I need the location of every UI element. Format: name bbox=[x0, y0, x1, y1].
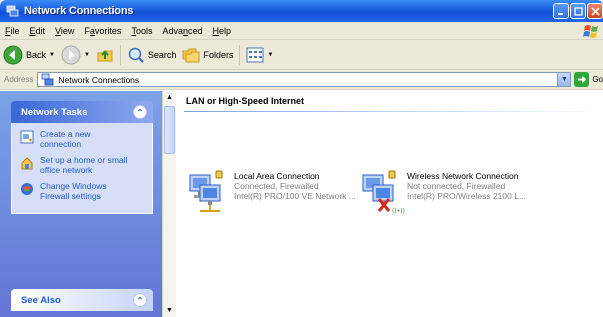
maximize-button[interactable] bbox=[570, 3, 586, 19]
address-value: Network Connections bbox=[58, 74, 140, 85]
firewall-icon bbox=[21, 183, 33, 195]
menu-favorites[interactable]: Favorites bbox=[79, 26, 126, 36]
go-arrow-icon: ➜ bbox=[574, 72, 590, 87]
network-tasks-title: Network Tasks bbox=[21, 106, 88, 118]
lan-connection-icon bbox=[189, 170, 223, 212]
back-button[interactable]: Back ▼ bbox=[0, 42, 58, 68]
go-label: Go bbox=[592, 75, 603, 84]
maximize-icon bbox=[573, 6, 583, 16]
standard-toolbar: Back ▼ ▼ Search Folders ▼ bbox=[0, 40, 603, 70]
menu-edit[interactable]: Edit bbox=[25, 26, 51, 36]
back-dropdown-icon[interactable]: ▼ bbox=[49, 52, 55, 58]
window-controls bbox=[553, 3, 603, 19]
see-also-panel: See Also ⌃ bbox=[11, 289, 153, 311]
scroll-up-button[interactable]: ▲ bbox=[163, 91, 176, 104]
back-arrow-icon bbox=[3, 45, 23, 64]
wireless-connection-icon: ((•)) bbox=[362, 170, 405, 215]
minimize-icon bbox=[558, 13, 563, 15]
task-label: Change Windows Firewall settings bbox=[40, 181, 107, 201]
address-bar: Address Network Connections ▼ ➜ Go bbox=[0, 70, 603, 90]
views-button[interactable]: ▼ bbox=[243, 42, 276, 68]
connection-device: Intel(R) PRO/100 VE Network ... bbox=[234, 191, 356, 201]
connection-device: Intel(R) PRO/Wireless 2100 L... bbox=[407, 191, 527, 201]
menu-bar: File Edit View Favorites Tools Advanced Help bbox=[0, 22, 603, 40]
close-icon bbox=[590, 6, 600, 16]
collapse-chevron-icon[interactable]: ⌃ bbox=[133, 105, 147, 119]
network-tasks-panel: Network Tasks ⌃ Create a new connection bbox=[11, 101, 153, 214]
connection-name: Local Area Connection bbox=[234, 171, 320, 181]
task-create-connection[interactable]: Create a new connection bbox=[20, 129, 146, 149]
folders-button[interactable]: Folders bbox=[179, 42, 236, 68]
collapse-chevron-icon[interactable]: ⌃ bbox=[133, 293, 147, 307]
forward-arrow-icon bbox=[61, 45, 81, 64]
network-connections-app-icon bbox=[6, 5, 19, 17]
toolbar-separator bbox=[239, 44, 241, 65]
up-folder-icon bbox=[97, 50, 113, 61]
forward-dropdown-icon[interactable]: ▼ bbox=[84, 52, 90, 58]
search-icon bbox=[128, 47, 144, 63]
task-label: Create a new connection bbox=[40, 129, 91, 149]
up-folder-button[interactable] bbox=[93, 42, 117, 68]
toolbar-separator bbox=[119, 44, 121, 65]
title-bar: Network Connections bbox=[0, 0, 603, 22]
menu-advanced[interactable]: Advanced bbox=[157, 26, 207, 36]
network-tasks-header[interactable]: Network Tasks ⌃ bbox=[11, 101, 153, 123]
minimize-button[interactable] bbox=[553, 3, 569, 19]
views-dropdown-icon[interactable]: ▼ bbox=[267, 52, 273, 58]
menu-file[interactable]: File bbox=[0, 26, 25, 36]
group-header: LAN or High-Speed Internet bbox=[186, 96, 305, 106]
connection-text: Local Area Connection Connected, Firewal… bbox=[234, 171, 356, 201]
content-area: Network Tasks ⌃ Create a new connection bbox=[0, 91, 603, 317]
go-button[interactable]: ➜ Go bbox=[574, 72, 603, 87]
address-label: Address bbox=[4, 75, 34, 84]
menu-view[interactable]: View bbox=[50, 26, 79, 36]
address-dropdown-button[interactable]: ▼ bbox=[557, 73, 571, 86]
menu-help[interactable]: Help bbox=[208, 26, 237, 36]
connection-name: Wireless Network Connection bbox=[407, 171, 519, 181]
address-input[interactable]: Network Connections ▼ bbox=[37, 72, 572, 87]
see-also-title: See Also bbox=[21, 294, 61, 306]
connection-item-local-area[interactable]: Local Area Connection Connected, Firewal… bbox=[186, 169, 356, 215]
connection-text: Wireless Network Connection Not connecte… bbox=[407, 171, 526, 201]
window-title: Network Connections bbox=[24, 5, 134, 17]
new-connection-icon bbox=[20, 130, 34, 144]
home-network-icon bbox=[21, 157, 33, 170]
close-button[interactable] bbox=[587, 3, 603, 19]
folders-label: Folders bbox=[203, 49, 234, 60]
back-label: Back bbox=[26, 49, 47, 60]
task-firewall-settings[interactable]: Change Windows Firewall settings bbox=[20, 181, 146, 201]
menu-tools[interactable]: Tools bbox=[126, 26, 157, 36]
connection-status: Connected, Firewalled bbox=[234, 181, 319, 191]
task-pane: Network Tasks ⌃ Create a new connection bbox=[0, 91, 162, 317]
see-also-header[interactable]: See Also ⌃ bbox=[11, 289, 153, 311]
search-button[interactable]: Search bbox=[124, 42, 180, 68]
network-tasks-body: Create a new connection Set up a home or… bbox=[11, 123, 153, 214]
windows-logo-icon bbox=[583, 25, 598, 38]
task-label: Set up a home or small office network bbox=[40, 155, 128, 175]
svg-text:((•)): ((•)) bbox=[392, 208, 405, 215]
scroll-thumb[interactable] bbox=[164, 106, 175, 154]
connection-item-wireless[interactable]: ((•)) Wireless Network Connection Not co… bbox=[359, 169, 526, 215]
task-pane-scrollbar[interactable]: ▲ ▼ bbox=[162, 91, 176, 317]
connection-status: Not connected, Firewalled bbox=[407, 181, 506, 191]
connections-list: LAN or High-Speed Internet Local Area Co… bbox=[176, 91, 603, 317]
forward-button[interactable]: ▼ bbox=[58, 42, 93, 68]
scroll-down-button[interactable]: ▼ bbox=[163, 304, 176, 317]
task-home-network[interactable]: Set up a home or small office network bbox=[20, 155, 146, 175]
group-divider bbox=[184, 111, 603, 112]
views-icon bbox=[246, 47, 264, 62]
search-label: Search bbox=[147, 49, 177, 60]
network-folder-icon bbox=[41, 73, 54, 86]
folders-icon bbox=[182, 48, 200, 62]
